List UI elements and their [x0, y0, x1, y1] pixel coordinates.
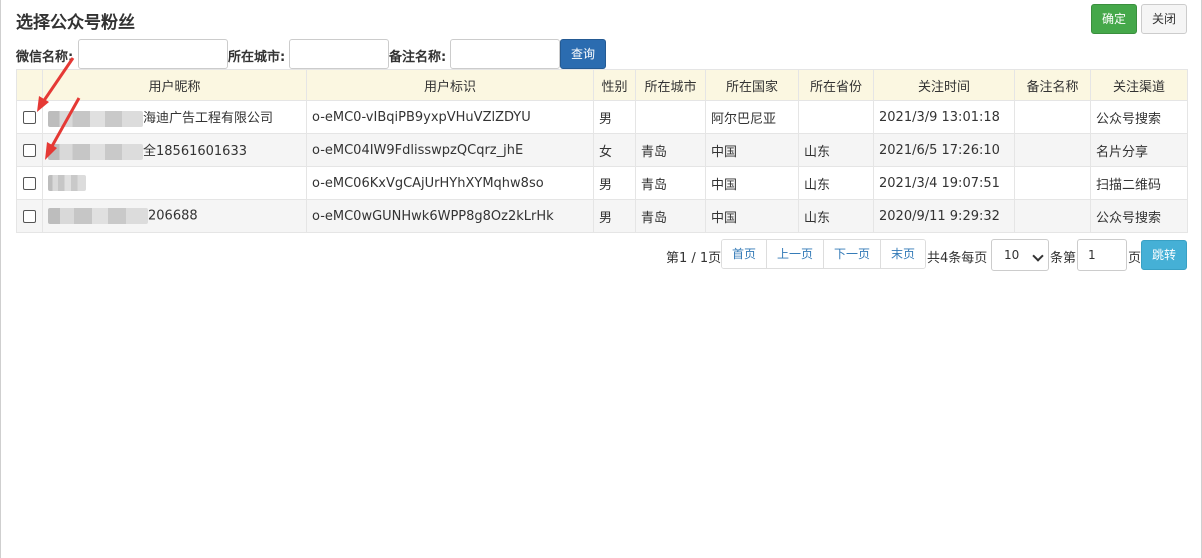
- province-cell: [798, 100, 874, 134]
- country-cell: 中国: [705, 199, 799, 233]
- next-page-button[interactable]: 下一页: [824, 240, 882, 268]
- city-cell: 青岛: [635, 199, 706, 233]
- follow-time-cell: 2021/6/5 17:26:10: [873, 133, 1015, 167]
- city-label: 所在城市:: [228, 50, 286, 65]
- city-cell: 青岛: [635, 133, 706, 167]
- table-header-row: 用户昵称 用户标识 性别 所在城市 所在国家 所在省份 关注时间 备注名称 关注…: [16, 69, 1188, 101]
- header-gender: 性别: [593, 69, 636, 101]
- follow-time-cell: 2021/3/9 13:01:18: [873, 100, 1015, 134]
- row-checkbox[interactable]: [23, 209, 36, 223]
- header-city: 所在城市: [635, 69, 706, 101]
- header-country: 所在国家: [705, 69, 799, 101]
- country-cell: 中国: [705, 133, 799, 167]
- header-follow-time: 关注时间: [873, 69, 1015, 101]
- last-page-button[interactable]: 末页: [881, 240, 926, 268]
- chevron-down-icon: [1032, 250, 1044, 262]
- first-page-button[interactable]: 首页: [722, 240, 768, 268]
- header-openid: 用户标识: [306, 69, 594, 101]
- province-cell: 山东: [798, 199, 874, 233]
- jump-button[interactable]: 跳转: [1141, 240, 1187, 270]
- nickname-text: 206688: [148, 208, 198, 224]
- wechat-name-input[interactable]: [78, 39, 228, 69]
- channel-cell: 公众号搜索: [1090, 199, 1188, 233]
- page-info: 第1 / 1页: [666, 251, 722, 266]
- remark-cell: [1014, 166, 1091, 200]
- city-cell: 青岛: [635, 166, 706, 200]
- fans-table: 用户昵称 用户标识 性别 所在城市 所在国家 所在省份 关注时间 备注名称 关注…: [16, 69, 1188, 233]
- gender-cell: 男: [593, 166, 636, 200]
- header-province: 所在省份: [798, 69, 874, 101]
- remark-cell: [1014, 199, 1091, 233]
- nickname-cell: 206688: [42, 199, 307, 233]
- page-size-value: 10: [1004, 248, 1020, 262]
- channel-cell: 扫描二维码: [1090, 166, 1188, 200]
- table-row[interactable]: 海迪广告工程有限公司 o-eMC0-vIBqiPB9yxpVHuVZlZDYU …: [16, 100, 1188, 134]
- total-count-text: 共4条每页: [927, 251, 988, 266]
- nickname-cell: [42, 166, 307, 200]
- arrow-head: [45, 142, 57, 160]
- province-cell: 山东: [798, 166, 874, 200]
- openid-cell: o-eMC06KxVgCAjUrHYhXYMqhw8so: [306, 166, 594, 200]
- row-checkbox[interactable]: [23, 143, 36, 157]
- province-cell: 山东: [798, 133, 874, 167]
- goto-page-input[interactable]: 1: [1077, 239, 1127, 271]
- city-cell: [635, 100, 706, 134]
- redacted-blur: [48, 175, 86, 191]
- city-input[interactable]: [289, 39, 389, 69]
- pagination-controls: 首页 上一页 下一页 末页: [721, 239, 927, 269]
- dialog-title: 选择公众号粉丝: [16, 13, 135, 33]
- goto-prefix-text: 条第: [1050, 251, 1077, 266]
- header-remark: 备注名称: [1014, 69, 1091, 101]
- openid-cell: o-eMC0-vIBqiPB9yxpVHuVZlZDYU: [306, 100, 594, 134]
- openid-cell: o-eMC04IW9FdlisswpzQCqrz_jhE: [306, 133, 594, 167]
- table-row[interactable]: 全18561601633 o-eMC04IW9FdlisswpzQCqrz_jh…: [16, 133, 1188, 167]
- openid-cell: o-eMC0wGUNHwk6WPP8g8Oz2kLrHk: [306, 199, 594, 233]
- country-cell: 阿尔巴尼亚: [705, 100, 799, 134]
- gender-cell: 男: [593, 100, 636, 134]
- table-row[interactable]: o-eMC06KxVgCAjUrHYhXYMqhw8so 男 青岛 中国 山东 …: [16, 166, 1188, 200]
- follow-time-cell: 2021/3/4 19:07:51: [873, 166, 1015, 200]
- query-button[interactable]: 查询: [560, 39, 606, 69]
- arrow-line: [49, 97, 81, 149]
- country-cell: 中国: [705, 166, 799, 200]
- channel-cell: 名片分享: [1090, 133, 1188, 167]
- gender-cell: 男: [593, 199, 636, 233]
- nickname-text: 海迪广告工程有限公司: [143, 111, 274, 127]
- channel-cell: 公众号搜索: [1090, 100, 1188, 134]
- follow-time-cell: 2020/9/11 9:29:32: [873, 199, 1015, 233]
- remark-cell: [1014, 100, 1091, 134]
- gender-cell: 女: [593, 133, 636, 167]
- close-button[interactable]: 关闭: [1141, 4, 1187, 34]
- confirm-button[interactable]: 确定: [1091, 4, 1137, 34]
- prev-page-button[interactable]: 上一页: [767, 240, 825, 268]
- header-channel: 关注渠道: [1090, 69, 1188, 101]
- nickname-text: 全18561601633: [143, 144, 247, 160]
- red-arrow-annotation: [45, 97, 81, 160]
- table-row[interactable]: 206688 o-eMC0wGUNHwk6WPP8g8Oz2kLrHk 男 青岛…: [16, 199, 1188, 233]
- redacted-blur: [48, 208, 148, 224]
- page-size-select[interactable]: 10: [991, 239, 1049, 271]
- row-checkbox[interactable]: [23, 176, 36, 190]
- remark-cell: [1014, 133, 1091, 167]
- remark-input[interactable]: [450, 39, 560, 69]
- remark-label: 备注名称:: [389, 50, 447, 65]
- goto-suffix-text: 页: [1128, 251, 1142, 266]
